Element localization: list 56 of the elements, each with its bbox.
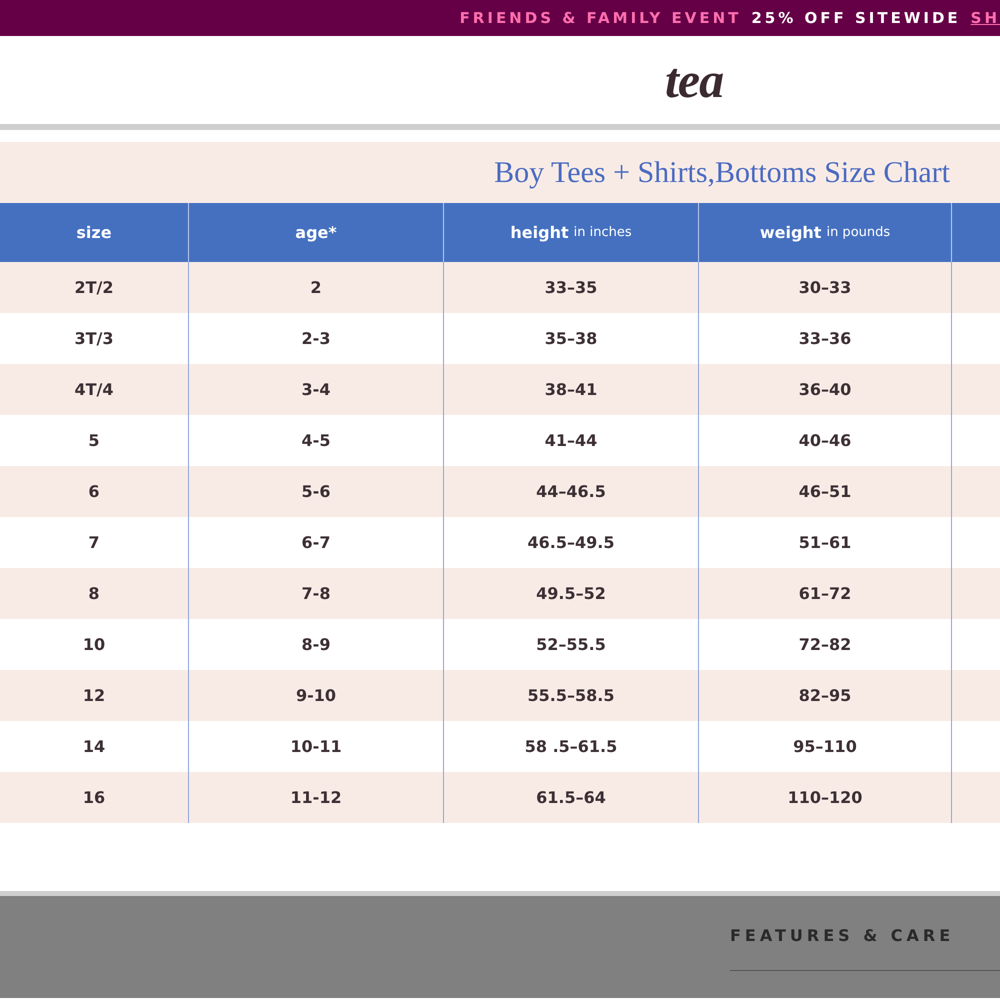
table-cell: 2-3 <box>302 329 330 348</box>
table-cell: 40–46 <box>798 431 852 450</box>
table-cell: 38–41 <box>544 380 598 399</box>
section-title[interactable]: FEATURES & CARE <box>730 926 1000 971</box>
table-cell: 95–110 <box>793 737 857 756</box>
table-cell: 14 <box>82 737 106 756</box>
column-unit: in inches <box>574 225 632 240</box>
table-cell: 33–36 <box>798 329 852 348</box>
table-cell: 35–38 <box>544 329 598 348</box>
table-cell: 7 <box>88 533 100 552</box>
table-cell: 46.5–49.5 <box>528 533 614 552</box>
table-cell: 5 <box>88 431 100 450</box>
table-cell: 61.5–64 <box>536 788 606 807</box>
table-cell: 3-4 <box>302 380 330 399</box>
table-cell: 4T/4 <box>74 380 114 399</box>
table-cell: 30–33 <box>798 278 852 297</box>
table-cell: 10 <box>82 635 106 654</box>
table-cell: 4-5 <box>302 431 330 450</box>
table-cell: 82–95 <box>798 686 852 705</box>
table-cell: 52–55.5 <box>536 635 606 654</box>
table-cell: 16 <box>82 788 106 807</box>
table-cell: 6 <box>88 482 100 501</box>
column-label: size <box>76 223 112 242</box>
shop-link[interactable]: SH <box>970 9 1000 27</box>
table-cell: 12 <box>82 686 106 705</box>
column-label: height <box>510 223 569 242</box>
table-cell: 3T/3 <box>74 329 114 348</box>
table-cell: 61–72 <box>798 584 852 603</box>
table-cell: 49.5–52 <box>536 584 606 603</box>
table-cell: 46–51 <box>798 482 852 501</box>
column-label: age* <box>295 223 337 242</box>
logo[interactable]: tea <box>665 51 724 109</box>
event-text: FRIENDS & FAMILY EVENT <box>460 9 742 27</box>
table-cell: 10-11 <box>290 737 342 756</box>
table-cell: 44–46.5 <box>536 482 606 501</box>
table-cell: 36–40 <box>798 380 852 399</box>
table-cell: 55.5–58.5 <box>528 686 614 705</box>
table-cell: 8 <box>88 584 100 603</box>
chart-title: Boy Tees + Shirts,Bottoms Size Chart <box>494 156 950 190</box>
table-cell: 72–82 <box>798 635 852 654</box>
table-cell: 41–44 <box>544 431 598 450</box>
table-cell: 110–120 <box>788 788 862 807</box>
table-cell: 33–35 <box>544 278 598 297</box>
table-cell: 5-6 <box>302 482 330 501</box>
column-label: weight <box>760 223 822 242</box>
table-cell: 51–61 <box>798 533 852 552</box>
column-unit: in pounds <box>826 225 890 240</box>
offer-text: 25% OFF SITEWIDE <box>751 9 961 27</box>
table-cell: 58 .5–61.5 <box>524 737 618 756</box>
table-cell: 6-7 <box>302 533 330 552</box>
table-cell: 2T/2 <box>74 278 114 297</box>
table-cell: 7-8 <box>302 584 330 603</box>
table-cell: 9-10 <box>296 686 336 705</box>
table-cell: 2 <box>310 278 322 297</box>
table-cell: 11-12 <box>290 788 342 807</box>
table-cell: 8-9 <box>302 635 330 654</box>
